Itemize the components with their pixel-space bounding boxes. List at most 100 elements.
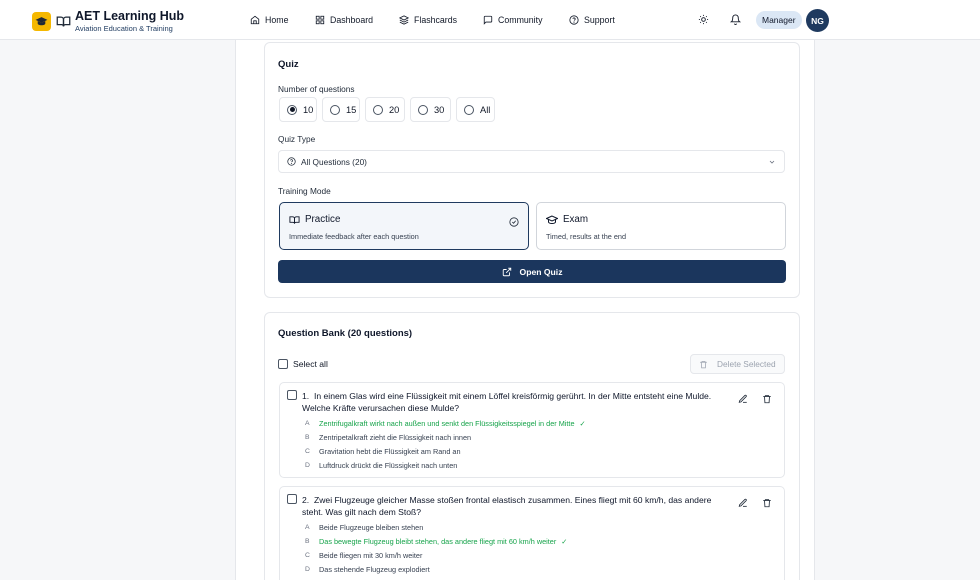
quiz-type-select[interactable]: All Questions (20) [278,150,785,173]
question-checkbox[interactable] [287,390,297,400]
answer-text: Gravitation hebt die Flüssigkeit am Rand… [319,447,461,456]
question-number: 2. [302,495,310,505]
check-circle-icon [509,214,519,232]
question-card: 1. In einem Glas wird eine Flüssigkeit m… [279,382,785,478]
radio-icon [373,104,383,115]
edit-icon[interactable] [738,394,748,404]
training-mode-label: Training Mode [278,186,331,196]
answer-text: Zentrifugalkraft wirkt nach außen und se… [319,419,575,428]
answer-option: C Beide fliegen mit 30 km/h weiter [305,551,422,560]
mode-practice-card[interactable]: Practice Immediate feedback after each q… [279,202,529,250]
answer-option: A Zentrifugalkraft wirkt nach außen und … [305,419,586,428]
question-card: 2. Zwei Flugzeuge gleicher Masse stoßen … [279,486,785,580]
question-checkbox[interactable] [287,494,297,504]
nav-support-label: Support [584,15,615,25]
external-link-icon [502,267,511,276]
answer-option: D Luftdruck drückt die Flüssigkeit nach … [305,461,457,470]
num-option-label: 30 [434,104,445,115]
radio-icon [418,104,428,115]
answer-option: B Zentripetalkraft zieht die Flüssigkeit… [305,433,471,442]
open-quiz-label: Open Quiz [519,266,563,277]
num-option-all[interactable]: All [456,97,495,122]
quiz-type-label: Quiz Type [278,134,316,144]
select-all-label: Select all [293,359,328,369]
mode-practice-desc: Immediate feedback after each question [289,232,419,241]
trash-icon[interactable] [762,394,772,404]
trash-icon [700,360,707,368]
question-body: In einem Glas wird eine Flüssigkeit mit … [302,391,712,413]
question-body: Zwei Flugzeuge gleicher Masse stoßen fro… [302,495,712,517]
book-icon [56,15,71,28]
answer-letter: B [305,538,310,545]
quiz-type-value: All Questions (20) [301,156,367,167]
avatar[interactable]: NG [806,9,829,32]
graduation-cap-icon [32,11,51,31]
answer-letter: A [305,524,310,531]
nav-dashboard[interactable]: Dashboard [315,15,373,25]
nav-flashcards-label: Flashcards [414,15,458,25]
answer-letter: C [305,448,310,455]
answer-text: Das stehende Flugzeug explodiert [319,565,430,574]
mode-exam-desc: Timed, results at the end [546,232,627,241]
num-option-label: 20 [389,104,400,115]
num-questions-label: Number of questions [278,84,355,94]
mode-practice-title: Practice [305,214,341,225]
nav-home[interactable]: Home [250,15,288,25]
help-circle-icon [287,157,296,166]
nav-dashboard-label: Dashboard [330,15,374,25]
nav-home-label: Home [265,15,289,25]
num-option-label: All [480,104,491,115]
theme-toggle-sun-icon[interactable] [698,14,709,25]
answer-text: Beide fliegen mit 30 km/h weiter [319,551,423,560]
top-navbar: AET Learning Hub Aviation Education & Tr… [0,0,980,40]
answer-text: Luftdruck drückt die Flüssigkeit nach un… [319,461,458,470]
question-bank-title: Question Bank (20 questions) [278,328,413,339]
edit-icon[interactable] [738,498,748,508]
app-subtitle: Aviation Education & Training [75,23,173,33]
radio-selected-icon [287,104,297,115]
check-icon: ✓ [579,419,586,428]
nav-support[interactable]: Support [569,15,615,25]
answer-text: Das bewegte Flugzeug bleibt stehen, das … [319,537,557,546]
radio-icon [464,104,474,115]
checkbox[interactable] [278,359,288,369]
graduation-cap-icon [546,214,558,224]
select-all-checkbox[interactable]: Select all [278,359,328,369]
app-title: AET Learning Hub [75,9,185,23]
answer-option: B Das bewegte Flugzeug bleibt stehen, da… [305,537,567,546]
delete-selected-label: Delete Selected [717,359,776,369]
answer-option: D Das stehende Flugzeug explodiert [305,565,430,574]
nav-community[interactable]: Community [483,15,542,25]
question-text: 2. Zwei Flugzeuge gleicher Masse stoßen … [302,494,722,518]
answer-letter: D [305,566,310,573]
bell-icon[interactable] [730,14,741,25]
brand[interactable]: AET Learning Hub Aviation Education & Tr… [32,10,184,32]
quiz-title: Quiz [278,59,299,70]
radio-icon [330,104,340,115]
home-icon [250,15,260,25]
answer-option: A Beide Flugzeuge bleiben stehen [305,523,423,532]
question-number: 1. [302,391,310,401]
answer-option: C Gravitation hebt die Flüssigkeit am Ra… [305,447,461,456]
answer-text: Zentripetalkraft zieht die Flüssigkeit n… [319,433,472,442]
mode-exam-title: Exam [563,214,589,225]
num-option-15[interactable]: 15 [322,97,360,122]
delete-selected-button[interactable]: Delete Selected [690,354,785,374]
answer-letter: B [305,434,310,441]
num-option-10[interactable]: 10 [279,97,317,122]
open-quiz-button[interactable]: Open Quiz [278,260,786,283]
trash-icon[interactable] [762,498,772,508]
answer-letter: D [305,462,310,469]
book-open-icon [289,215,300,224]
answer-letter: C [305,552,310,559]
num-option-20[interactable]: 20 [365,97,405,122]
answer-letter: A [305,420,310,427]
mode-exam-card[interactable]: Exam Timed, results at the end [536,202,786,250]
check-icon: ✓ [561,537,568,546]
num-option-30[interactable]: 30 [410,97,451,122]
nav-flashcards[interactable]: Flashcards [399,15,457,25]
layers-icon [399,15,409,25]
chat-icon [483,15,493,25]
nav-community-label: Community [498,15,543,25]
role-badge[interactable]: Manager [756,11,802,29]
